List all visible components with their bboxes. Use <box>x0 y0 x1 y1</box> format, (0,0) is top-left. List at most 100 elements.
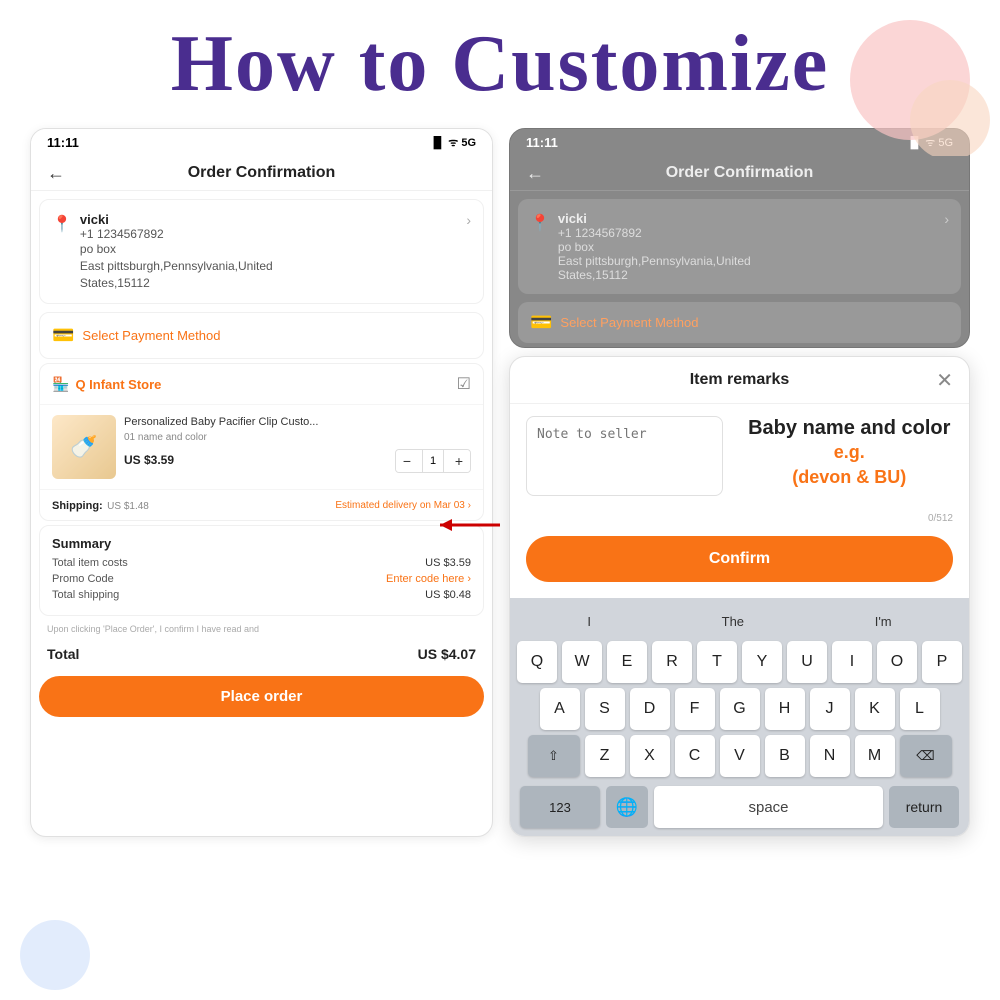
left-nav-bar: ← Order Confirmation <box>31 156 492 191</box>
arrow-svg <box>430 510 510 540</box>
key-b[interactable]: B <box>765 735 805 777</box>
quantity-control[interactable]: − 1 + <box>395 449 471 473</box>
qty-decrease-button[interactable]: − <box>396 450 418 472</box>
key-i[interactable]: I <box>832 641 872 683</box>
key-q[interactable]: Q <box>517 641 557 683</box>
left-nav-title: Order Confirmation <box>188 164 336 182</box>
summary-promo-value[interactable]: Enter code here › <box>386 573 471 585</box>
product-name: Personalized Baby Pacifier Clip Custo... <box>124 415 471 429</box>
left-back-button[interactable]: ← <box>47 163 65 184</box>
suggestion-im[interactable]: I'm <box>863 610 904 633</box>
address-card-row: 📍 vicki +1 1234567892 po box East pittsb… <box>52 212 471 291</box>
left-phone-panel: 11:11 ▐▌ ᯤ 5G ← Order Confirmation 📍 vic… <box>30 128 493 837</box>
suggestion-the[interactable]: The <box>710 610 756 633</box>
note-input-wrapper <box>526 416 734 501</box>
product-thumb-inner: 🍼 <box>52 415 116 479</box>
total-label: Total <box>47 646 79 662</box>
product-info: Personalized Baby Pacifier Clip Custo...… <box>124 415 471 472</box>
note-to-seller-input[interactable] <box>526 416 723 496</box>
key-y[interactable]: Y <box>742 641 782 683</box>
key-e[interactable]: E <box>607 641 647 683</box>
right-address-line2: East pittsburgh,Pennsylvania,United <box>558 254 751 268</box>
right-payment-label: Select Payment Method <box>560 315 698 330</box>
key-numbers[interactable]: 123 <box>520 786 600 828</box>
address-phone: +1 1234567892 <box>80 227 458 241</box>
summary-row-items: Total item costs US $3.59 <box>52 557 471 569</box>
key-n[interactable]: N <box>810 735 850 777</box>
summary-row-promo[interactable]: Promo Code Enter code here › <box>52 573 471 585</box>
key-l[interactable]: L <box>900 688 940 730</box>
note-hint: Baby name and color e.g. (devon & BU) <box>746 416 954 490</box>
key-o[interactable]: O <box>877 641 917 683</box>
address-name: vicki <box>80 212 458 227</box>
payment-icon: 💳 <box>52 325 74 346</box>
modal-close-button[interactable]: ✕ <box>936 368 953 393</box>
summary-row-shipping: Total shipping US $0.48 <box>52 589 471 601</box>
key-shift[interactable]: ⇧ <box>528 735 580 777</box>
key-s[interactable]: S <box>585 688 625 730</box>
summary-promo-label: Promo Code <box>52 573 114 585</box>
modal-title: Item remarks <box>690 371 790 389</box>
right-address-line3: States,15112 <box>558 268 751 282</box>
summary-items-label: Total item costs <box>52 557 128 569</box>
key-f[interactable]: F <box>675 688 715 730</box>
key-c[interactable]: C <box>675 735 715 777</box>
key-m[interactable]: M <box>855 735 895 777</box>
total-value: US $4.07 <box>418 646 476 662</box>
key-g[interactable]: G <box>720 688 760 730</box>
right-time: 11:11 <box>526 135 558 150</box>
product-thumbnail: 🍼 <box>52 415 116 479</box>
right-address-line1: po box <box>558 240 751 254</box>
left-status-bar: 11:11 ▐▌ ᯤ 5G <box>31 129 492 156</box>
keyboard-row-2: A S D F G H J K L <box>514 688 965 730</box>
confirm-button[interactable]: Confirm <box>526 536 953 582</box>
address-chevron[interactable]: › <box>466 212 471 228</box>
right-payment-card[interactable]: 💳 Select Payment Method <box>518 302 961 343</box>
key-backspace[interactable]: ⌫ <box>900 735 952 777</box>
key-u[interactable]: U <box>787 641 827 683</box>
product-row: 🍼 Personalized Baby Pacifier Clip Custo.… <box>40 405 483 489</box>
right-back-button[interactable]: ← <box>526 163 544 184</box>
key-globe[interactable]: 🌐 <box>606 786 648 828</box>
keyboard-suggestions: I The I'm <box>514 606 965 637</box>
right-address-phone: +1 1234567892 <box>558 226 751 240</box>
shipping-cost: US $1.48 <box>107 501 149 512</box>
key-h[interactable]: H <box>765 688 805 730</box>
key-w[interactable]: W <box>562 641 602 683</box>
total-row: Total US $4.07 <box>31 638 492 670</box>
key-a[interactable]: A <box>540 688 580 730</box>
place-order-button[interactable]: Place order <box>39 676 484 717</box>
right-address-chevron[interactable]: › <box>944 211 949 227</box>
key-j[interactable]: J <box>810 688 850 730</box>
key-d[interactable]: D <box>630 688 670 730</box>
key-return[interactable]: return <box>889 786 959 828</box>
key-t[interactable]: T <box>697 641 737 683</box>
suggestion-i[interactable]: I <box>575 610 603 633</box>
summary-shipping-label: Total shipping <box>52 589 119 601</box>
summary-card: Summary Total item costs US $3.59 Promo … <box>39 525 484 616</box>
shipping-label: Shipping: <box>52 500 103 512</box>
disclaimer-text: Upon clicking 'Place Order', I confirm I… <box>31 620 492 638</box>
char-count: 0/512 <box>510 513 969 528</box>
deco-circle-peach <box>910 80 990 160</box>
payment-card[interactable]: 💳 Select Payment Method <box>39 312 484 359</box>
key-x[interactable]: X <box>630 735 670 777</box>
address-info: vicki +1 1234567892 po box East pittsbur… <box>80 212 458 291</box>
key-z[interactable]: Z <box>585 735 625 777</box>
key-p[interactable]: P <box>922 641 962 683</box>
key-v[interactable]: V <box>720 735 760 777</box>
key-k[interactable]: K <box>855 688 895 730</box>
key-r[interactable]: R <box>652 641 692 683</box>
qty-value: 1 <box>422 450 444 472</box>
product-price: US $3.59 <box>124 453 174 467</box>
address-line2: East pittsburgh,Pennsylvania,United <box>80 258 458 275</box>
product-price-row: US $3.59 − 1 + <box>124 447 471 473</box>
keyboard-row-1: Q W E R T Y U I O P <box>514 641 965 683</box>
right-nav-title: Order Confirmation <box>666 164 814 182</box>
right-nav-bar: ← Order Confirmation <box>510 156 969 191</box>
qty-increase-button[interactable]: + <box>448 450 470 472</box>
edit-icon[interactable]: ☑ <box>457 374 471 394</box>
right-location-icon: 📍 <box>530 213 550 233</box>
product-variant: 01 name and color <box>124 432 471 443</box>
key-space[interactable]: space <box>654 786 883 828</box>
